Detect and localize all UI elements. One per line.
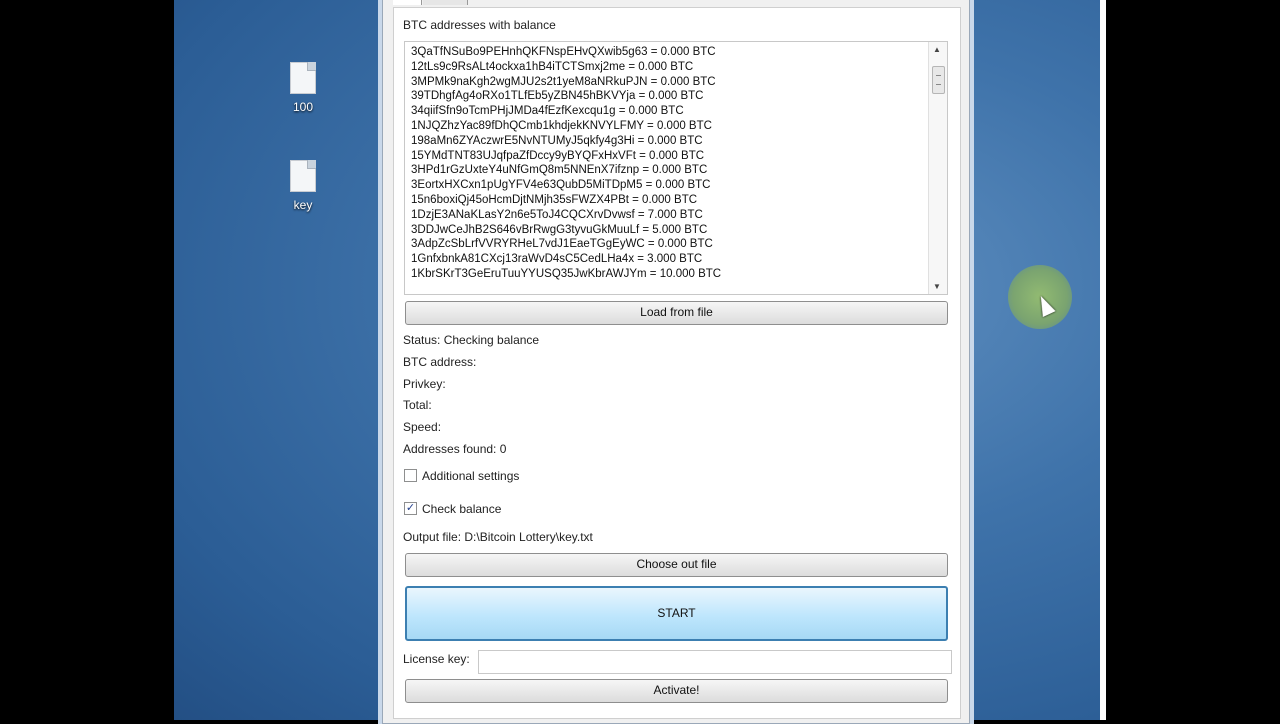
desktop-file-label: key	[293, 198, 313, 212]
tab-strip	[383, 0, 969, 5]
list-item[interactable]: 3AdpZcSbLrfVVRYRHeL7vdJ1EaeTGgEyWC = 0.0…	[411, 237, 925, 252]
list-item[interactable]: 198aMn6ZYAczwrE5NvNTUMyJ5qkfy4g3Hi = 0.0…	[411, 134, 925, 149]
load-from-file-button[interactable]: Load from file	[405, 301, 948, 325]
list-item[interactable]: 1KbrSKrT3GeEruTuuYYUSQ35JwKbrAWJYm = 10.…	[411, 267, 925, 282]
list-item[interactable]: 3MPMk9naKgh2wgMJU2s2t1yeM8aNRkuPJN = 0.0…	[411, 75, 925, 90]
btc-address-label: BTC address:	[403, 355, 477, 369]
additional-settings-label[interactable]: Additional settings	[422, 469, 519, 483]
start-button[interactable]: START	[405, 586, 948, 641]
privkey-label: Privkey:	[403, 377, 446, 391]
main-panel: BTC addresses with balance 3QaTfNSuBo9PE…	[393, 7, 961, 719]
status-text: Status: Checking balance	[403, 333, 540, 347]
list-title: BTC addresses with balance	[403, 18, 556, 32]
scroll-up-icon[interactable]: ▲	[933, 45, 941, 54]
list-item[interactable]: 12tLs9c9RsALt4ockxa1hB4iTCTSmxj2me = 0.0…	[411, 60, 925, 75]
list-scrollbar[interactable]: ▲ ▼	[928, 42, 947, 294]
list-item[interactable]: 3HPd1rGzUxteY4uNfGmQ8m5NNEnX7ifznp = 0.0…	[411, 163, 925, 178]
screen-edge	[1100, 0, 1106, 720]
addresses-found-label: Addresses found: 0	[403, 442, 507, 456]
total-label: Total:	[403, 398, 432, 412]
list-item[interactable]: 3QaTfNSuBo9PEHnhQKFNspEHvQXwib5g63 = 0.0…	[411, 45, 925, 60]
desktop-file-label: 100	[292, 100, 314, 114]
list-item[interactable]: 15n6boxiQj45oHcmDjtNMjh35sFWZX4PBt = 0.0…	[411, 193, 925, 208]
list-item[interactable]: 39TDhgfAg4oRXo1TLfEb5yZBN45hBKVYja = 0.0…	[411, 89, 925, 104]
check-balance-label[interactable]: Check balance	[422, 502, 501, 516]
list-item[interactable]: 1DzjE3ANaKLasY2n6e5ToJ4CQCXrvDvwsf = 7.0…	[411, 208, 925, 223]
list-item[interactable]: 15YMdTNT83UJqfpaZfDccy9yBYQFxHxVFt = 0.0…	[411, 149, 925, 164]
checkmark-icon: ✓	[405, 502, 416, 514]
list-item[interactable]: 34qiifSfn9oTcmPHjJMDa4fEzfKexcqu1g = 0.0…	[411, 104, 925, 119]
desktop-file-100[interactable]: 100	[268, 62, 338, 114]
list-item[interactable]: 3EortxHXCxn1pUgYFV4e63QubD5MiTDpM5 = 0.0…	[411, 178, 925, 193]
license-key-label: License key:	[403, 652, 470, 666]
activate-button[interactable]: Activate!	[405, 679, 948, 703]
additional-settings-checkbox[interactable]	[404, 469, 417, 482]
app-window: BTC addresses with balance 3QaTfNSuBo9PE…	[382, 0, 970, 724]
scroll-thumb[interactable]	[932, 66, 945, 94]
output-file-label: Output file: D:\Bitcoin Lottery\key.txt	[403, 530, 593, 544]
scroll-down-icon[interactable]: ▼	[933, 282, 941, 291]
check-balance-checkbox[interactable]: ✓	[404, 502, 417, 515]
license-key-input[interactable]	[478, 650, 952, 674]
choose-out-file-button[interactable]: Choose out file	[405, 553, 948, 577]
file-icon	[290, 62, 316, 94]
list-item[interactable]: 3DDJwCeJhB2S646vBrRwgG3tyvuGkMuuLf = 5.0…	[411, 223, 925, 238]
desktop-file-key[interactable]: key	[268, 160, 338, 212]
tab-secondary[interactable]	[423, 0, 468, 5]
tab-main[interactable]	[393, 0, 422, 5]
list-item[interactable]: 1NJQZhzYac89fDhQCmb1khdjekKNVYLFMY = 0.0…	[411, 119, 925, 134]
speed-label: Speed:	[403, 420, 442, 434]
file-icon	[290, 160, 316, 192]
list-item[interactable]: 1GnfxbnkA81CXcj13raWvD4sC5CedLHa4x = 3.0…	[411, 252, 925, 267]
address-list: 3QaTfNSuBo9PEHnhQKFNspEHvQXwib5g63 = 0.0…	[411, 45, 925, 282]
address-listbox[interactable]: 3QaTfNSuBo9PEHnhQKFNspEHvQXwib5g63 = 0.0…	[404, 41, 948, 295]
